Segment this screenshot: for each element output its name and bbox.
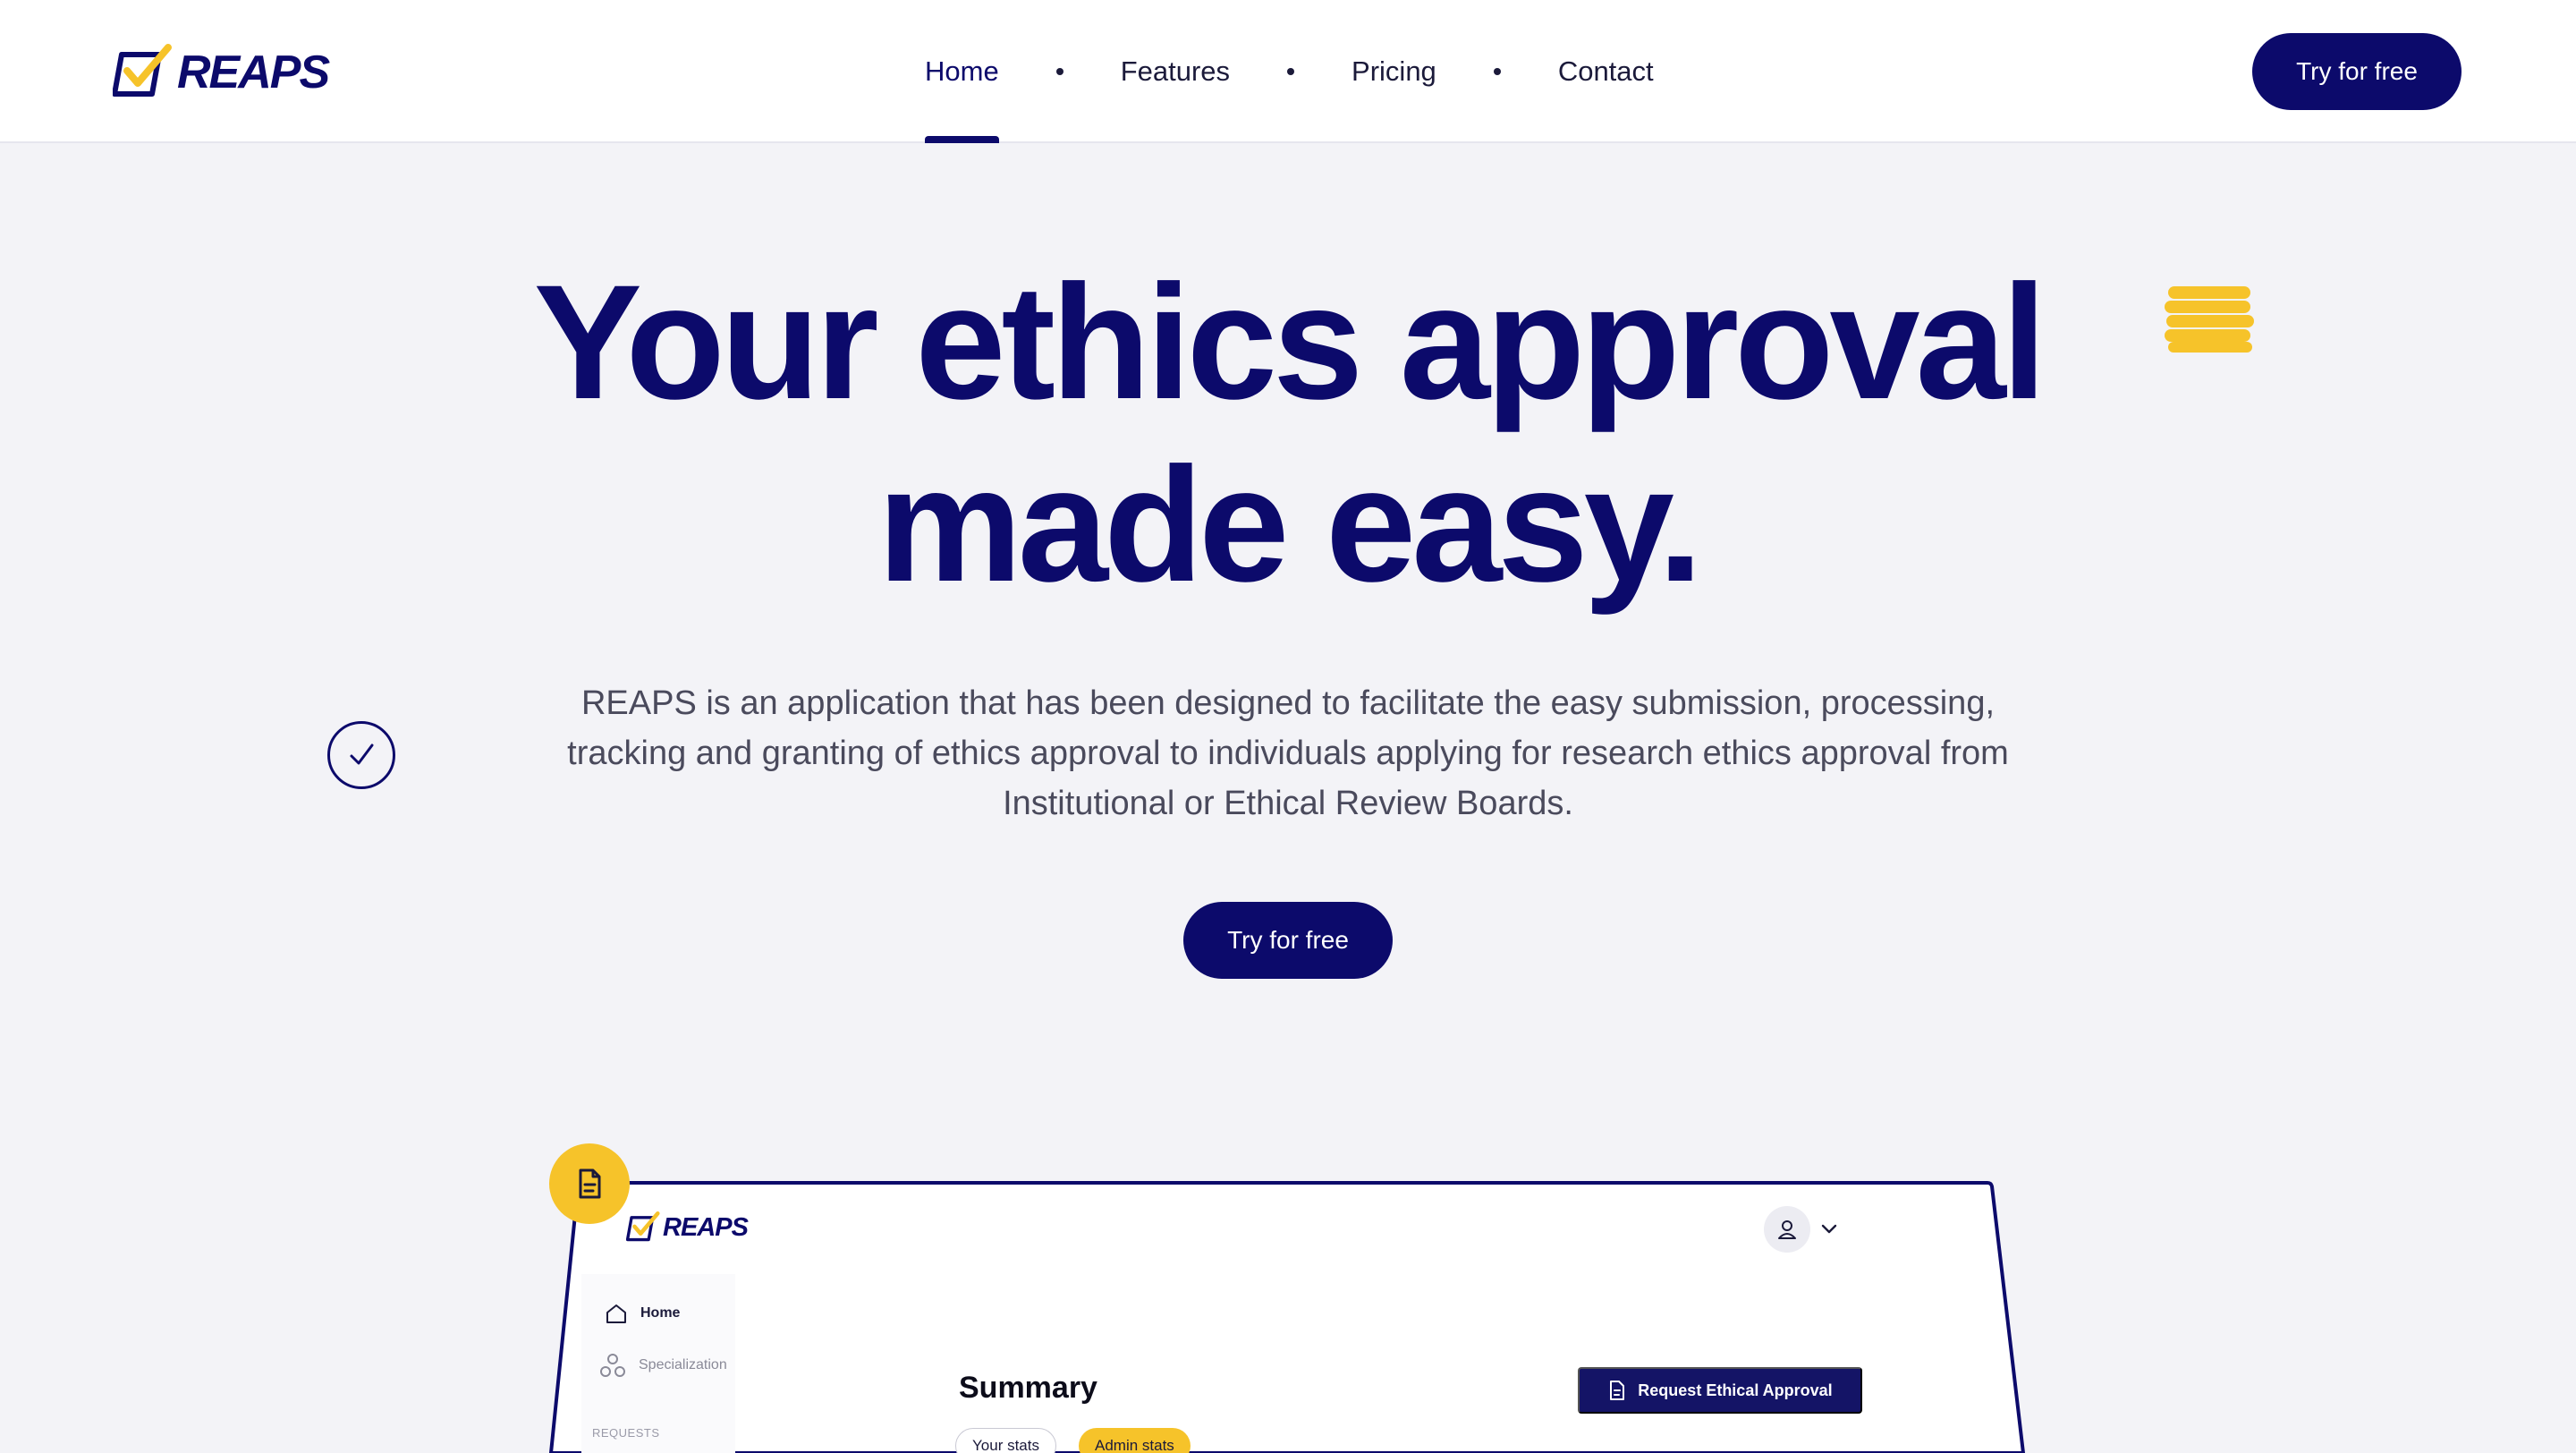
user-menu[interactable] <box>1764 1206 1837 1253</box>
hero-title-line1: Your ethics approval <box>533 251 2047 433</box>
hero-description: REAPS is an application that has been de… <box>567 684 2009 822</box>
main-nav: Home Features Pricing Contact <box>925 0 1654 143</box>
stacked-coins-icon <box>2165 285 2254 359</box>
nav-pricing[interactable]: Pricing <box>1352 0 1436 143</box>
nav-try-free-button[interactable]: Try for free <box>2252 33 2462 110</box>
sidebar-section-requests: REQUESTS <box>592 1426 660 1440</box>
hero-title-line2: made easy. <box>877 433 1703 616</box>
nav-home[interactable]: Home <box>925 0 999 143</box>
document-icon <box>1610 1381 1625 1400</box>
nav-features[interactable]: Features <box>1121 0 1230 143</box>
avatar[interactable] <box>1764 1206 1810 1253</box>
checkbox-logo-icon <box>626 1211 660 1242</box>
nav-contact[interactable]: Contact <box>1558 0 1654 143</box>
home-icon <box>606 1304 626 1323</box>
document-badge-icon <box>549 1143 630 1224</box>
sidebar-item-specialization[interactable]: Specialization <box>599 1353 727 1378</box>
sidebar-item-label: Home <box>640 1305 681 1321</box>
sidebar-item-home[interactable]: Home <box>605 1303 680 1324</box>
nodes-icon <box>600 1354 625 1377</box>
preview-brand-logo[interactable]: REAPS <box>626 1211 749 1244</box>
hero-try-free-button[interactable]: Try for free <box>1183 902 1393 979</box>
tab-your-stats[interactable]: Your stats <box>955 1428 1056 1453</box>
checkbox-logo-icon <box>113 44 172 97</box>
nav-separator <box>1055 68 1063 75</box>
brand-name: REAPS <box>177 47 330 98</box>
brand-logo[interactable]: REAPS <box>113 41 330 104</box>
preview-brand-name: REAPS <box>663 1212 749 1242</box>
user-icon <box>1778 1220 1796 1239</box>
request-button-label: Request Ethical Approval <box>1638 1381 1833 1399</box>
summary-title: Summary <box>959 1371 1097 1405</box>
nav-separator <box>1493 68 1501 75</box>
top-navbar: REAPS Home Features Pricing Contact Try … <box>0 0 2576 143</box>
tab-admin-stats[interactable]: Admin stats <box>1079 1428 1191 1453</box>
nav-separator <box>1287 68 1295 75</box>
request-ethical-approval-button[interactable]: Request Ethical Approval <box>1578 1367 1862 1414</box>
check-circle-icon <box>327 721 395 789</box>
sidebar-item-label: Specialization <box>639 1357 727 1372</box>
chevron-down-icon[interactable] <box>1821 1224 1837 1235</box>
